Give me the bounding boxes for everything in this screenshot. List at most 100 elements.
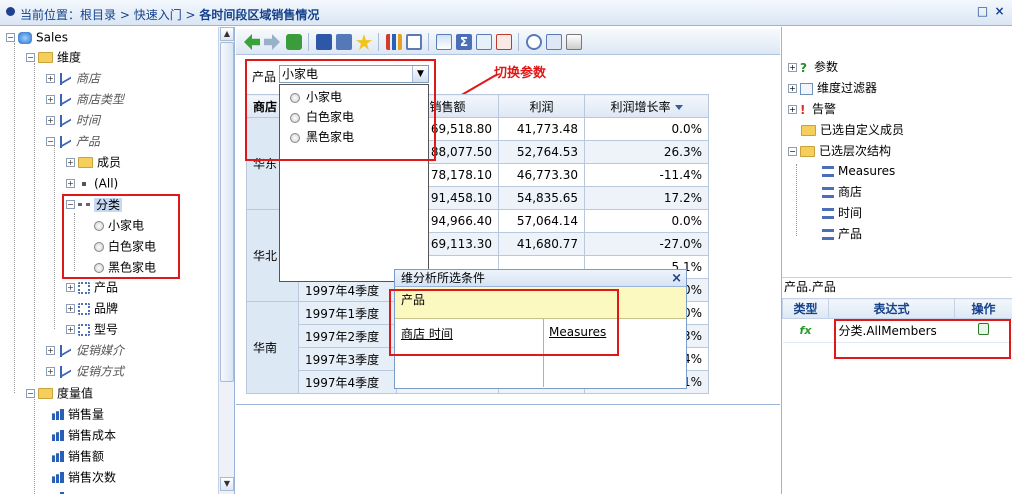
layout-icon[interactable] xyxy=(406,34,422,50)
expand-toggle-icon[interactable]: + xyxy=(46,346,55,355)
zoom-icon[interactable] xyxy=(526,34,542,50)
member-icon xyxy=(290,92,300,103)
tree-member-black-appliance[interactable]: 黑色家电 xyxy=(94,257,156,277)
expand-toggle-icon[interactable]: + xyxy=(46,74,55,83)
hierarchy-measures[interactable]: Measures xyxy=(822,161,895,181)
refresh-icon[interactable] xyxy=(286,34,302,50)
expand-toggle-icon[interactable]: + xyxy=(66,304,75,313)
scroll-up-arrow-icon[interactable]: ▲ xyxy=(220,27,234,41)
scrollbar-thumb[interactable] xyxy=(220,42,234,382)
conditions-filter-row[interactable]: 产品 xyxy=(395,287,686,319)
collapse-toggle-icon[interactable]: − xyxy=(46,137,55,146)
expand-toggle-icon[interactable]: + xyxy=(46,116,55,125)
maximize-icon[interactable]: □ xyxy=(976,5,989,18)
delete-icon[interactable] xyxy=(978,323,989,335)
close-icon[interactable]: × xyxy=(671,270,682,287)
tree-measure-cost[interactable]: 销售成本 xyxy=(52,425,116,445)
tree-node-model[interactable]: + 型号 xyxy=(66,319,118,339)
settings-node-hierarchies[interactable]: − 已选层次结构 xyxy=(788,141,891,161)
conditions-columns-axis[interactable]: Measures xyxy=(549,325,606,339)
favorite-star-icon[interactable] xyxy=(356,34,372,50)
tree-member-white-appliance[interactable]: 白色家电 xyxy=(94,236,156,256)
grid-cell-quarter: 1997年2季度 xyxy=(298,324,397,348)
breadcrumb-separator: > xyxy=(116,8,134,22)
tree-root-sales[interactable]: − Sales xyxy=(6,27,68,47)
product-filter-select[interactable]: 小家电 ▼ xyxy=(279,65,429,83)
expand-toggle-icon[interactable]: + xyxy=(788,63,797,72)
expand-toggle-icon[interactable]: + xyxy=(46,367,55,376)
settings-node-alert[interactable]: +! 告警 xyxy=(788,99,836,119)
print-icon[interactable] xyxy=(566,34,582,50)
expand-toggle-icon[interactable]: + xyxy=(788,84,797,93)
dropdown-option-black-appliance[interactable]: 黑色家电 xyxy=(290,128,354,146)
collapse-toggle-icon[interactable]: − xyxy=(6,33,15,42)
save-as-icon[interactable] xyxy=(336,34,352,50)
expand-toggle-icon[interactable]: + xyxy=(66,283,75,292)
settings-node-dim-filter[interactable]: + 维度过滤器 xyxy=(788,78,877,98)
sum-icon[interactable]: Σ xyxy=(456,34,472,50)
dropdown-option-white-appliance[interactable]: 白色家电 xyxy=(290,108,354,126)
settings-node-custom-members[interactable]: 已选自定义成员 xyxy=(801,120,904,140)
tree-measure-amount[interactable]: 销售额 xyxy=(52,446,104,466)
hierarchy-time[interactable]: 时间 xyxy=(822,203,862,223)
tree-scrollbar[interactable]: ▲ ▼ xyxy=(218,27,234,494)
expression-value[interactable]: 分类.AllMembers xyxy=(828,318,955,343)
tree-node-store[interactable]: + 商店 xyxy=(46,68,100,88)
grid-header-profit[interactable]: 利润 xyxy=(498,94,585,118)
tree-node-promo-method[interactable]: + 促销方式 xyxy=(46,361,124,381)
grid-cell-growth: -27.0% xyxy=(584,232,709,256)
expand-toggle-icon[interactable]: + xyxy=(66,158,75,167)
hierarchy-store[interactable]: 商店 xyxy=(822,182,862,202)
expr-header-type: 类型 xyxy=(782,298,829,319)
remove-icon[interactable] xyxy=(496,34,512,50)
collapse-toggle-icon[interactable]: − xyxy=(26,53,35,62)
chart-icon[interactable] xyxy=(386,34,402,50)
expand-toggle-icon[interactable]: + xyxy=(46,95,55,104)
level-icon xyxy=(78,323,90,336)
expression-row[interactable]: fx 分类.AllMembers xyxy=(782,318,1012,343)
hierarchy-product[interactable]: 产品 xyxy=(822,224,862,244)
expand-toggle-icon[interactable]: + xyxy=(788,105,797,114)
dimension-icon xyxy=(58,135,72,149)
tree-node-promo-media[interactable]: + 促销媒介 xyxy=(46,340,124,360)
filter-icon xyxy=(800,82,813,95)
grid-cell-profit: 41,680.77 xyxy=(498,232,585,256)
tree-node-members[interactable]: + 成员 xyxy=(66,152,121,172)
expand-toggle-icon[interactable]: + xyxy=(66,325,75,334)
breadcrumb-quick-start[interactable]: 快速入门 xyxy=(134,8,182,22)
tree-measure-qty[interactable]: 销售量 xyxy=(52,404,104,424)
tree-node-time[interactable]: + 时间 xyxy=(46,110,100,130)
sort-desc-icon[interactable] xyxy=(674,104,683,110)
tree-node-product[interactable]: − 产品 xyxy=(46,131,100,151)
grid-cell-profit: 46,773.30 xyxy=(498,163,585,187)
collapse-toggle-icon[interactable]: − xyxy=(26,389,35,398)
tree-node-all[interactable]: + (All) xyxy=(66,173,118,193)
save-icon[interactable] xyxy=(316,34,332,50)
collapse-toggle-icon[interactable]: − xyxy=(788,147,797,156)
settings-node-params[interactable]: +? 参数 xyxy=(788,57,838,77)
grid-region-cell[interactable]: 华南 xyxy=(246,301,299,394)
tree-measure-count[interactable]: 销售次数 xyxy=(52,467,116,487)
scroll-down-arrow-icon[interactable]: ▼ xyxy=(220,477,234,491)
conditions-rows-axis[interactable]: 商店 时间 xyxy=(401,325,453,342)
breadcrumb-root[interactable]: 根目录 xyxy=(80,8,116,22)
forward-icon[interactable] xyxy=(264,34,280,50)
tree-node-brand[interactable]: + 品牌 xyxy=(66,298,118,318)
drill-icon[interactable] xyxy=(476,34,492,50)
grid-header-profit-growth[interactable]: 利润增长率 xyxy=(584,94,709,118)
pivot-icon[interactable] xyxy=(436,34,452,50)
tree-node-dimensions[interactable]: − 维度 xyxy=(26,47,81,67)
close-icon[interactable]: × xyxy=(993,5,1006,18)
tree-node-product-level[interactable]: + 产品 xyxy=(66,277,118,297)
chevron-down-icon[interactable]: ▼ xyxy=(412,66,428,82)
dropdown-option-small-appliance[interactable]: 小家电 xyxy=(290,88,342,106)
collapse-toggle-icon[interactable]: − xyxy=(66,200,75,209)
back-icon[interactable] xyxy=(244,34,260,50)
hierarchy-label: Measures xyxy=(838,164,896,178)
tree-node-store-type[interactable]: + 商店类型 xyxy=(46,89,124,109)
tree-member-small-appliance[interactable]: 小家电 xyxy=(94,215,144,235)
tree-node-category[interactable]: − 分类 xyxy=(66,194,123,214)
tree-node-measures[interactable]: − 度量值 xyxy=(26,383,93,403)
export-icon[interactable] xyxy=(546,34,562,50)
expand-toggle-icon[interactable]: + xyxy=(66,179,75,188)
